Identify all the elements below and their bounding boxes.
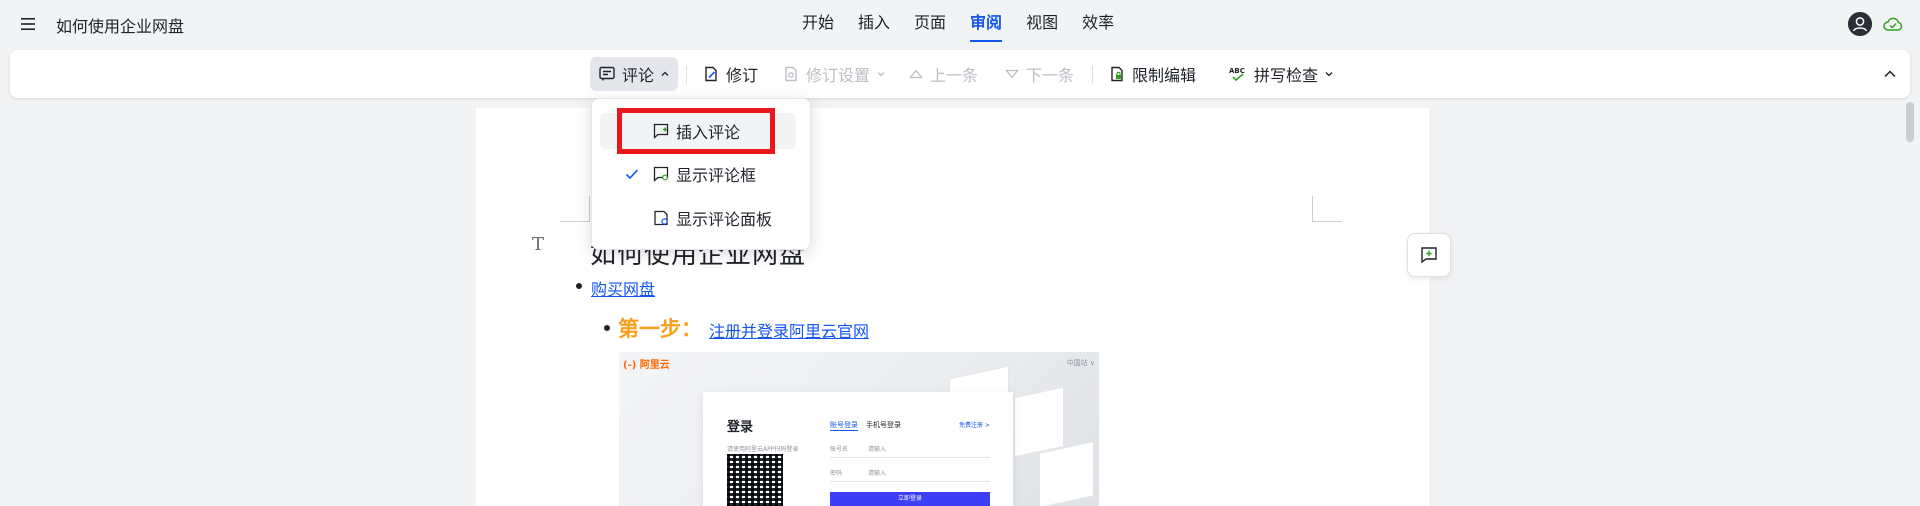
spell-check-label: 拼写检查 bbox=[1254, 66, 1319, 85]
revise-settings-icon bbox=[785, 66, 797, 82]
previous-button[interactable]: 上一条 bbox=[900, 57, 986, 91]
buy-drive-link[interactable]: 购买网盘 bbox=[591, 276, 655, 300]
comment-label: 评论 bbox=[622, 66, 655, 85]
page-corner-marker bbox=[1312, 196, 1342, 222]
revise-button[interactable]: 修订 bbox=[694, 57, 766, 91]
text-style-icon[interactable]: T bbox=[532, 234, 544, 255]
step-one-label: 第一步： bbox=[618, 317, 702, 341]
password-field: 密码 请输入 bbox=[830, 466, 990, 482]
review-toolbar: 评论 修订 修订设置 上一条 下一条 限制编辑 ABC 拼写检查 bbox=[10, 50, 1910, 98]
next-button[interactable]: 下一条 bbox=[996, 57, 1082, 91]
aliyun-logo: (-) 阿里云 bbox=[623, 360, 670, 371]
login-subtitle: 请使用阿里云APP扫码登录 bbox=[727, 446, 799, 453]
tab-efficiency[interactable]: 效率 bbox=[1070, 0, 1126, 48]
toolbar-divider bbox=[686, 66, 687, 84]
account-field: 账号名 请输入 bbox=[830, 442, 990, 458]
lock-document-icon bbox=[1111, 66, 1123, 82]
comment-panel-icon bbox=[654, 210, 668, 226]
decor-cube bbox=[1039, 441, 1094, 506]
triangle-down-icon bbox=[1005, 69, 1019, 79]
bullet-dot bbox=[604, 325, 610, 331]
top-bar: 如何使用企业网盘 开始 插入 页面 审阅 视图 效率 bbox=[0, 0, 1920, 48]
login-submit-button: 立即登录 bbox=[830, 492, 990, 506]
page-corner-marker bbox=[560, 196, 590, 222]
bullet-dot bbox=[576, 283, 582, 289]
account-field-label: 账号名 bbox=[830, 446, 849, 453]
revise-icon bbox=[705, 66, 717, 82]
next-label: 下一条 bbox=[1026, 66, 1075, 85]
checkmark-icon bbox=[625, 169, 639, 180]
restrict-edit-button[interactable]: 限制编辑 bbox=[1100, 57, 1204, 91]
cloud-saved-icon[interactable] bbox=[1882, 13, 1904, 35]
revise-settings-label: 修订设置 bbox=[806, 66, 871, 85]
comment-box-icon bbox=[653, 166, 669, 182]
vertical-scrollbar[interactable] bbox=[1906, 102, 1914, 142]
account-field-placeholder: 请输入 bbox=[867, 446, 886, 453]
menu-icon[interactable] bbox=[18, 13, 40, 35]
chevron-down-icon bbox=[877, 72, 885, 77]
login-card: 登录 请使用阿里云APP扫码登录 账号登录 手机号登录 免费注册 > 账号名 请… bbox=[703, 392, 1013, 506]
main-tabs: 开始 插入 页面 审阅 视图 效率 bbox=[790, 0, 1126, 48]
toolbar-divider bbox=[1092, 66, 1093, 84]
password-field-placeholder: 请输入 bbox=[867, 470, 886, 477]
login-title: 登录 bbox=[727, 420, 754, 435]
register-login-link[interactable]: 注册并登录阿里云官网 bbox=[709, 318, 869, 342]
add-comment-icon bbox=[1421, 247, 1437, 264]
account-login-tab: 账号登录 bbox=[830, 421, 858, 431]
tab-review[interactable]: 审阅 bbox=[958, 0, 1014, 48]
chevron-down-icon bbox=[1325, 72, 1333, 77]
qr-code-icon bbox=[727, 454, 783, 506]
tab-page[interactable]: 页面 bbox=[902, 0, 958, 48]
red-highlight-annotation bbox=[617, 108, 775, 154]
avatar-icon[interactable] bbox=[1848, 12, 1872, 36]
triangle-up-icon bbox=[909, 69, 923, 79]
revise-settings-button[interactable]: 修订设置 bbox=[774, 57, 894, 91]
menu-item-label: 显示评论面板 bbox=[676, 210, 773, 229]
previous-label: 上一条 bbox=[930, 66, 979, 85]
tab-insert[interactable]: 插入 bbox=[846, 0, 902, 48]
menu-item-label: 显示评论框 bbox=[676, 166, 757, 185]
spell-check-icon: ABC bbox=[1229, 67, 1245, 82]
spell-check-button[interactable]: ABC 拼写检查 bbox=[1220, 57, 1342, 91]
doc-title[interactable]: 如何使用企业网盘 bbox=[56, 13, 184, 37]
embedded-login-screenshot[interactable]: (-) 阿里云 中国站 ∨ 登录 请使用阿里云APP扫码登录 账号登录 手机号登… bbox=[619, 352, 1099, 506]
menu-item-show-comment-box[interactable]: 显示评论框 bbox=[600, 156, 796, 192]
password-field-label: 密码 bbox=[830, 470, 843, 477]
phone-login-tab: 手机号登录 bbox=[866, 421, 901, 429]
tab-start[interactable]: 开始 bbox=[790, 0, 846, 48]
decor-cube bbox=[1014, 386, 1064, 458]
floating-add-comment-button[interactable] bbox=[1407, 233, 1451, 277]
tab-view[interactable]: 视图 bbox=[1014, 0, 1070, 48]
restrict-edit-label: 限制编辑 bbox=[1132, 66, 1197, 85]
collapse-toolbar-icon[interactable] bbox=[1880, 64, 1900, 84]
comment-button[interactable]: 评论 bbox=[590, 57, 679, 91]
comment-icon bbox=[599, 66, 615, 81]
embed-region-selector: 中国站 ∨ bbox=[1066, 359, 1095, 367]
free-register-link: 免费注册 > bbox=[959, 422, 990, 429]
chevron-up-icon bbox=[661, 71, 669, 76]
revise-label: 修订 bbox=[726, 66, 759, 85]
menu-item-show-comment-panel[interactable]: 显示评论面板 bbox=[600, 200, 796, 236]
